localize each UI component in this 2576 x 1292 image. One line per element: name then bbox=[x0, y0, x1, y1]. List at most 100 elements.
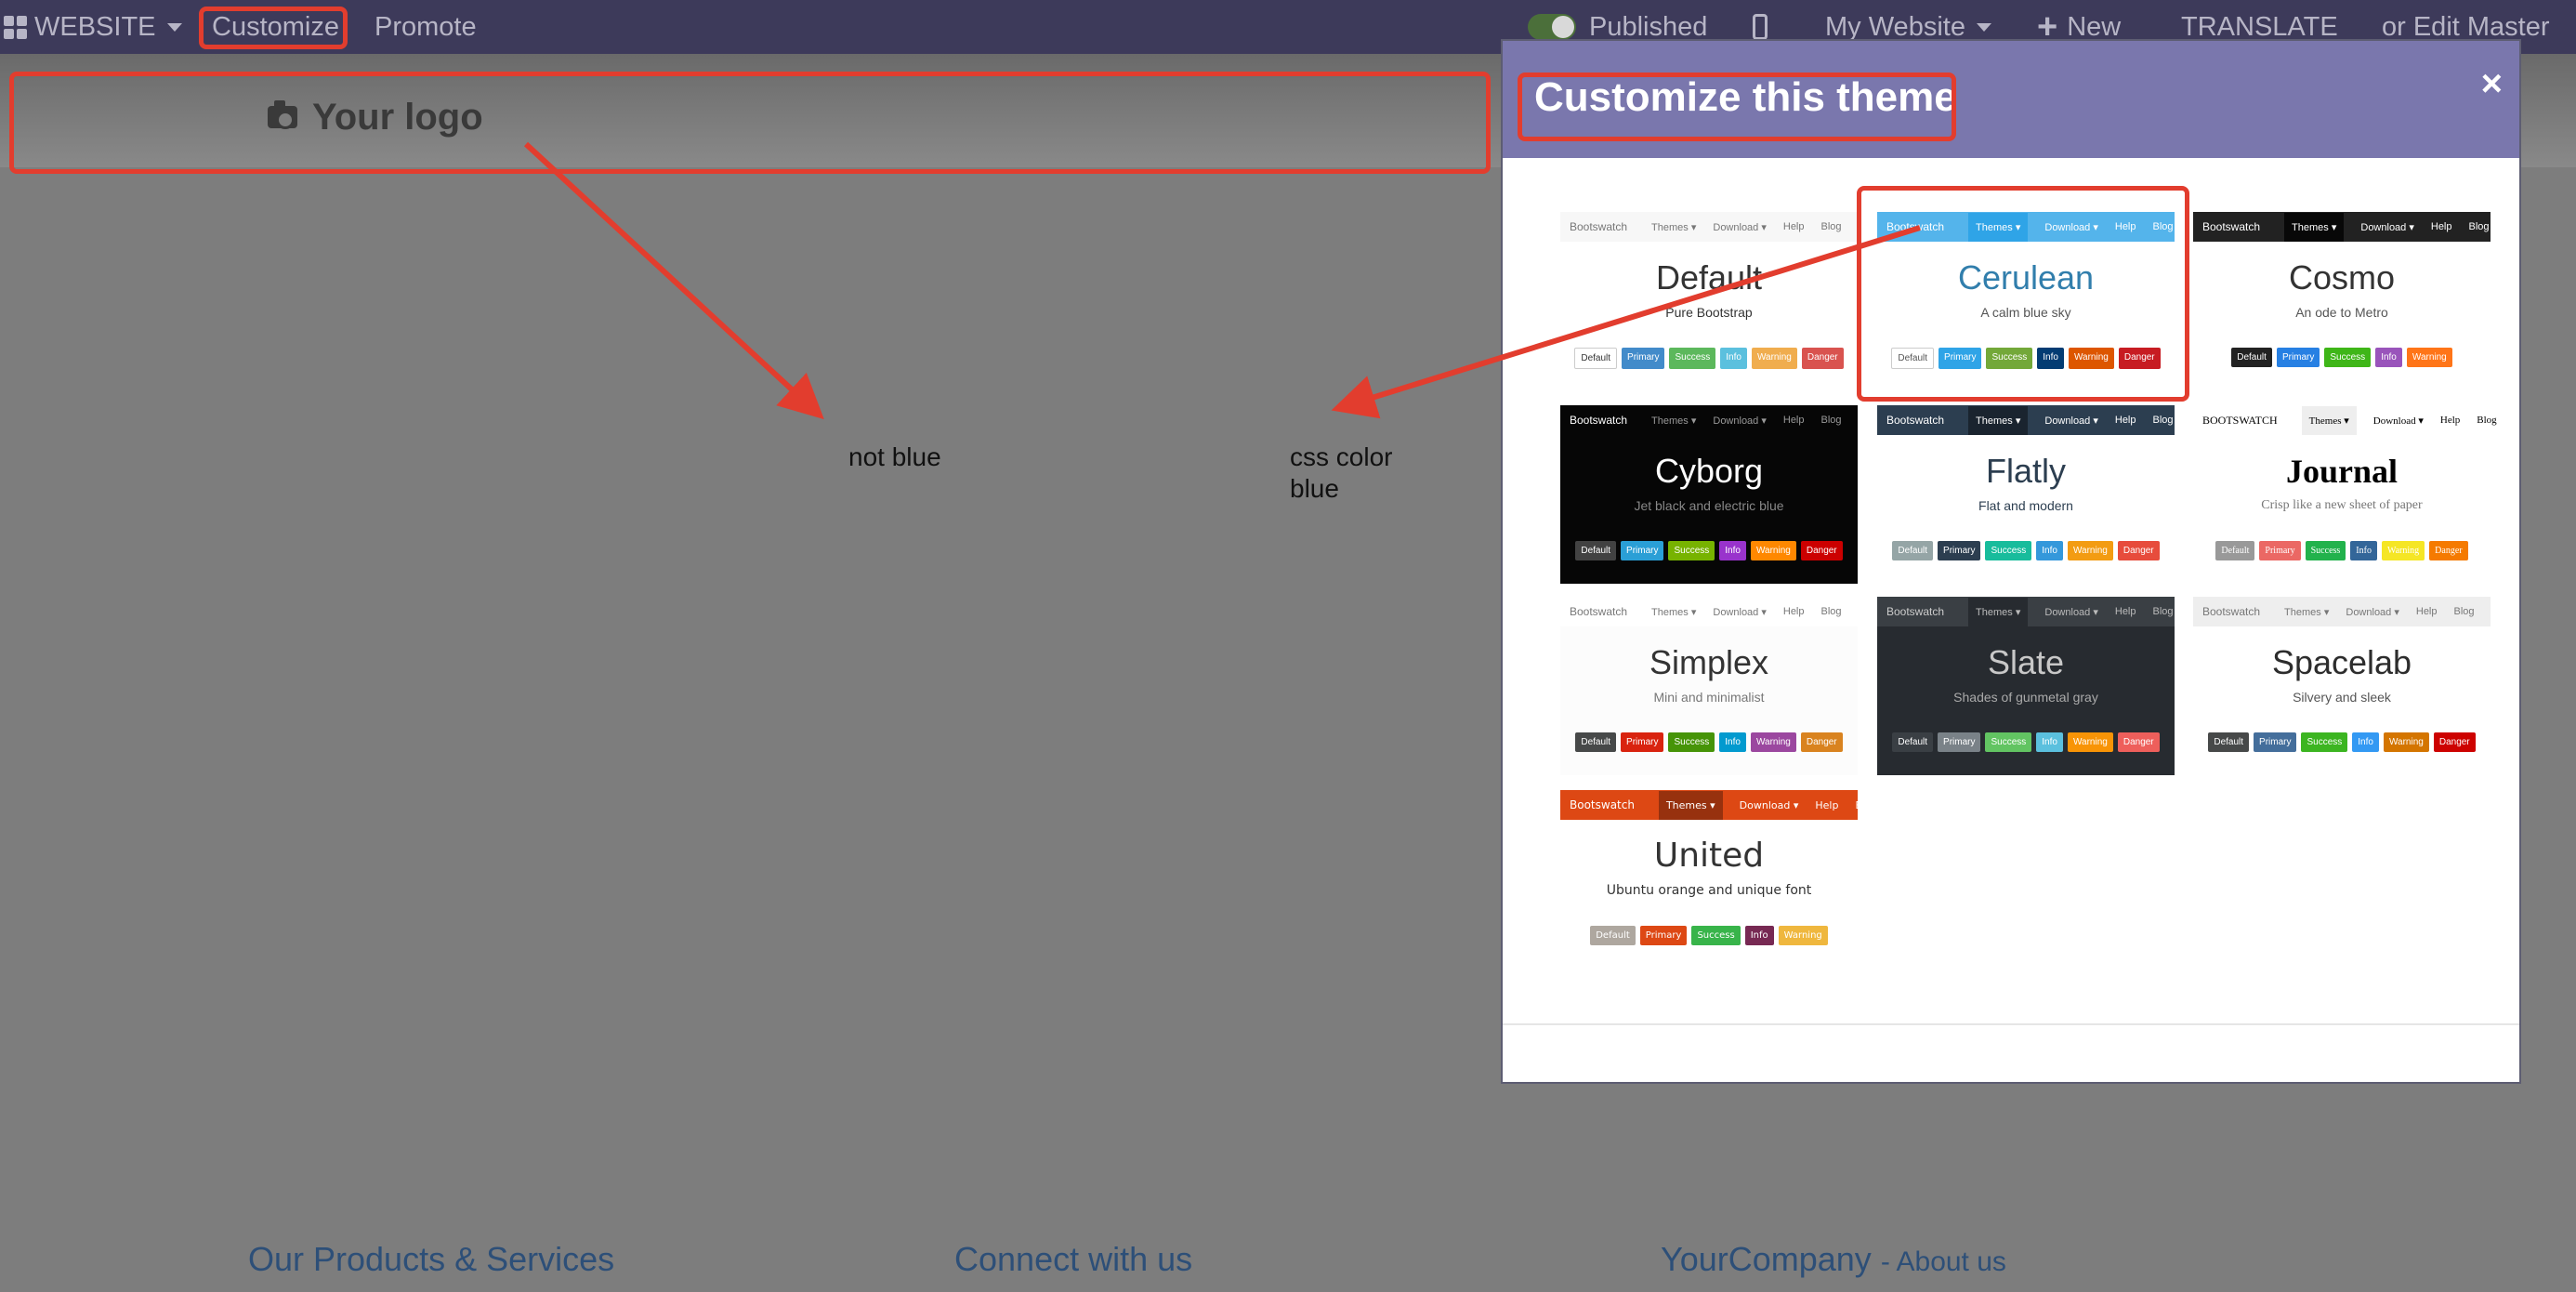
theme-tagline: Silvery and sleek bbox=[2293, 690, 2391, 705]
theme-preview-nav-item: Help bbox=[1782, 221, 1805, 232]
theme-preview-button: Primary bbox=[1622, 348, 1665, 369]
theme-preview-nav-item: Download ▾ bbox=[2360, 221, 2414, 233]
theme-preview-buttons: Default Primary Success Info Warning Danger bbox=[1560, 732, 1858, 752]
theme-name: Default bbox=[1655, 258, 1763, 297]
theme-preview-button: Default bbox=[1590, 926, 1636, 945]
theme-card-united[interactable]: Bootswatch Themes ▾ Download ▾ Help Blog Unit… bbox=[1560, 790, 1878, 969]
highlight-modal-title bbox=[1518, 73, 1956, 141]
theme-preview-button: Success bbox=[1985, 732, 2032, 752]
theme-tagline: Flat and modern bbox=[1978, 498, 2073, 513]
theme-preview-nav-item: Blog bbox=[2453, 606, 2475, 617]
theme-preview-nav-item: Blog bbox=[1820, 606, 1842, 617]
theme-preview-navbar: Bootswatch Themes ▾ Download ▾ Help Blog bbox=[2193, 212, 2491, 242]
theme-card-simplex[interactable]: Bootswatch Themes ▾ Download ▾ Help Blog Simp… bbox=[1560, 597, 1858, 775]
theme-preview-buttons: Default Primary Success Info Warning Danger bbox=[2193, 541, 2491, 560]
theme-preview-brand: BOOTSWATCH bbox=[2202, 413, 2278, 427]
theme-tagline: An ode to Metro bbox=[2295, 305, 2388, 320]
theme-preview-brand: Bootswatch bbox=[1570, 220, 1628, 233]
theme-preview-nav-item: Themes ▾ bbox=[2301, 405, 2357, 435]
theme-preview-nav-item: Blog bbox=[2152, 415, 2174, 426]
theme-preview-button: Warning bbox=[2067, 541, 2113, 560]
theme-preview-nav-item: Blog bbox=[2477, 415, 2497, 426]
theme-preview-button: Success bbox=[1668, 732, 1715, 752]
theme-preview-nav-item: Help bbox=[1782, 415, 1805, 426]
theme-card-cyborg[interactable]: Bootswatch Themes ▾ Download ▾ Help Blog Cybo… bbox=[1560, 405, 1858, 584]
theme-preview-button: Info bbox=[1719, 732, 1746, 752]
theme-preview-nav-item: Themes ▾ bbox=[2284, 212, 2345, 242]
theme-card-journal[interactable]: BOOTSWATCH Themes ▾ Download ▾ Help Blog Jour… bbox=[2193, 405, 2497, 584]
new-label: New bbox=[2067, 11, 2122, 42]
theme-preview-brand: Bootswatch bbox=[2202, 220, 2261, 233]
theme-preview-button: Primary bbox=[1621, 541, 1664, 560]
theme-card-slate[interactable]: Bootswatch Themes ▾ Download ▾ Help Blog Slat… bbox=[1877, 597, 2175, 775]
theme-preview-nav-item: Help bbox=[1782, 606, 1805, 617]
theme-card-spacelab[interactable]: Bootswatch Themes ▾ Download ▾ Help Blog Spac… bbox=[2193, 597, 2491, 775]
close-icon[interactable]: × bbox=[2481, 63, 2503, 105]
theme-name: Flatly bbox=[1985, 452, 2066, 490]
modal-footer-divider bbox=[1503, 1023, 2519, 1025]
theme-preview-button: Success bbox=[1668, 541, 1715, 560]
theme-tagline: Mini and minimalist bbox=[1653, 690, 1765, 705]
theme-name: United bbox=[1653, 837, 1765, 875]
theme-preview-button: Primary bbox=[2276, 348, 2320, 367]
theme-preview-button: Warning bbox=[2383, 732, 2429, 752]
theme-preview-nav-item: Themes ▾ bbox=[1968, 405, 2029, 435]
theme-preview-navbar: Bootswatch Themes ▾ Download ▾ Help Blog bbox=[1560, 405, 1858, 435]
theme-preview-button: Default bbox=[1574, 348, 1618, 369]
theme-card-default[interactable]: Bootswatch Themes ▾ Download ▾ Help Blog Defa… bbox=[1560, 212, 1858, 390]
theme-preview-nav-item: Download ▾ bbox=[1713, 606, 1767, 618]
theme-preview-button: Danger bbox=[1800, 541, 1843, 560]
theme-preview-nav-item: Themes ▾ bbox=[1658, 790, 1723, 820]
theme-preview-button: Default bbox=[1575, 732, 1617, 752]
theme-preview-nav-item: Help bbox=[2415, 606, 2438, 617]
theme-preview-brand: Bootswatch bbox=[1886, 605, 1945, 618]
theme-preview-brand: Bootswatch bbox=[1570, 798, 1635, 811]
theme-preview-button: Default bbox=[2208, 732, 2250, 752]
website-menu[interactable]: WEBSITE bbox=[4, 0, 182, 54]
footer-company-name: YourCompany bbox=[1661, 1240, 1872, 1278]
theme-preview-button: Info bbox=[1719, 541, 1746, 560]
highlight-cerulean bbox=[1857, 186, 2189, 402]
footer-about-link[interactable]: - About us bbox=[1881, 1246, 2006, 1277]
theme-preview-nav-item: Download ▾ bbox=[2346, 606, 2399, 618]
theme-preview-buttons: Default Primary Success Info Warning Danger bbox=[1560, 348, 1858, 369]
theme-preview-button: Danger bbox=[2429, 541, 2468, 560]
theme-tagline: Shades of gunmetal gray bbox=[1953, 690, 2098, 705]
theme-preview-navbar: Bootswatch Themes ▾ Download ▾ Help Blog bbox=[1877, 597, 2175, 626]
theme-preview-nav-item: Help bbox=[2430, 221, 2452, 232]
theme-preview-button: Success bbox=[1985, 541, 2032, 560]
theme-preview-button: Default bbox=[1892, 541, 1934, 560]
theme-preview-nav-item: Help bbox=[2114, 415, 2136, 426]
promote-menu[interactable]: Promote bbox=[375, 0, 477, 54]
theme-preview-button: Warning bbox=[1750, 541, 1796, 560]
theme-card-flatly[interactable]: Bootswatch Themes ▾ Download ▾ Help Blog Flat… bbox=[1877, 405, 2175, 584]
theme-preview-nav-item: Download ▾ bbox=[1713, 221, 1767, 233]
theme-preview-navbar: BOOTSWATCH Themes ▾ Download ▾ Help Blog bbox=[2193, 405, 2497, 435]
annotation-line-2: blue bbox=[1290, 474, 1339, 503]
theme-preview-nav-item: Download ▾ bbox=[1739, 798, 1799, 811]
theme-preview-button: Info bbox=[2036, 541, 2063, 560]
theme-preview-button: Danger bbox=[2117, 732, 2160, 752]
theme-preview-buttons: Default Primary Success Info Warning bbox=[2193, 348, 2491, 367]
footer-connect-heading: Connect with us bbox=[954, 1240, 1193, 1278]
theme-preview-button: Danger bbox=[2433, 732, 2476, 752]
theme-preview-nav-item: Download ▾ bbox=[1713, 415, 1767, 427]
theme-preview-nav-item: Help bbox=[2439, 415, 2461, 426]
theme-preview-button: Danger bbox=[2117, 541, 2160, 560]
theme-preview-button: Info bbox=[1744, 926, 1774, 945]
theme-tagline: Ubuntu orange and unique font bbox=[1606, 883, 1812, 898]
theme-preview-buttons: Default Primary Success Info Warning Danger bbox=[1877, 541, 2175, 560]
mobile-phone-icon bbox=[1753, 14, 1768, 40]
theme-preview-button: Success bbox=[1691, 926, 1741, 945]
theme-preview-button: Warning bbox=[1778, 926, 1828, 945]
theme-preview-button: Info bbox=[2036, 732, 2063, 752]
theme-preview-nav-item: Help bbox=[1815, 798, 1839, 811]
annotation-not-blue: not blue bbox=[848, 442, 941, 471]
theme-card-cosmo[interactable]: Bootswatch Themes ▾ Download ▾ Help Blog Cosm… bbox=[2193, 212, 2491, 390]
annotation-line-1: css color bbox=[1290, 442, 1393, 471]
theme-preview-nav-item: Blog bbox=[1820, 221, 1842, 232]
theme-preview-button: Success bbox=[2324, 348, 2372, 367]
theme-preview-button: Default bbox=[1575, 541, 1617, 560]
theme-preview-nav-item: Blog bbox=[2152, 606, 2174, 617]
theme-preview-button: Info bbox=[1720, 348, 1747, 369]
